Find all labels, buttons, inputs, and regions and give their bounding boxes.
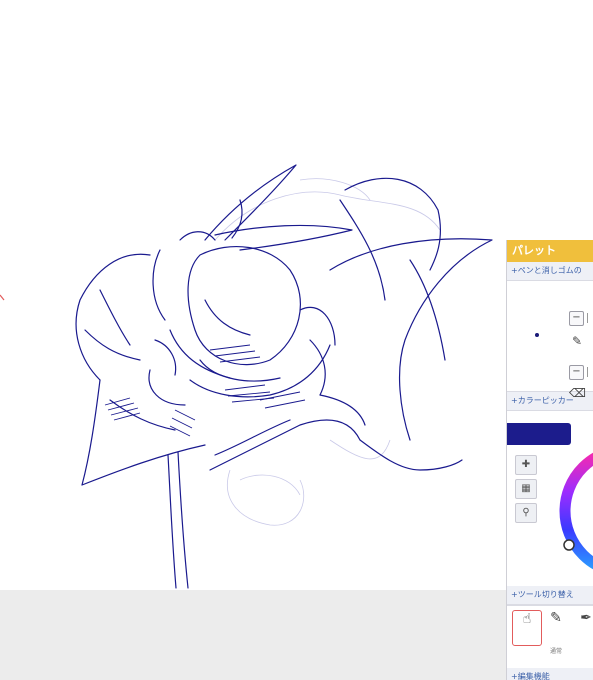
flower-sketch: [0, 164, 493, 589]
color-grid-icon[interactable]: ▦: [515, 479, 537, 499]
tool-switch-row: ☝ ✎ 通常 ✒: [507, 605, 593, 668]
palette-panel: パレット +ペンと消しゴムの − ✎ − ⌫ +カラーピッカー ✚ ▦ ⚲ +ツ…: [506, 240, 593, 680]
pen-icon: ✎: [550, 610, 562, 626]
hand-icon: ☝: [522, 611, 532, 627]
pen-eraser-section: − ✎ − ⌫: [507, 281, 593, 400]
tool-switch-section-label[interactable]: +ツール切り替え: [507, 586, 593, 605]
hand-tool-button[interactable]: ☝: [512, 610, 542, 646]
eraser-icon[interactable]: ⌫: [569, 385, 586, 401]
brush-icon: ✒: [580, 610, 592, 626]
zoom-icon[interactable]: ⚲: [515, 503, 537, 523]
color-wheel[interactable]: [549, 441, 593, 581]
pen-icon[interactable]: ✎: [569, 333, 585, 349]
eraser-size-decrease-button[interactable]: −: [569, 365, 584, 380]
palette-title: パレット: [507, 240, 593, 262]
brush-tool-button[interactable]: ✒: [572, 610, 593, 644]
divider: [587, 367, 588, 377]
brush-size-preview: [535, 333, 539, 337]
edit-section-label[interactable]: +編集機能: [507, 668, 593, 680]
pen-eraser-section-label[interactable]: +ペンと消しゴムの: [507, 262, 593, 281]
hue-handle[interactable]: [563, 539, 575, 551]
divider: [587, 313, 588, 323]
drawing-canvas[interactable]: [0, 0, 593, 590]
pen-tool-caption: 通常: [549, 648, 562, 655]
color-picker-section: ✚ ▦ ⚲: [507, 411, 593, 586]
pen-tool-button[interactable]: ✎: [542, 610, 570, 644]
bottom-toolbar: [0, 590, 593, 680]
pen-size-decrease-button[interactable]: −: [569, 311, 584, 326]
add-color-icon[interactable]: ✚: [515, 455, 537, 475]
